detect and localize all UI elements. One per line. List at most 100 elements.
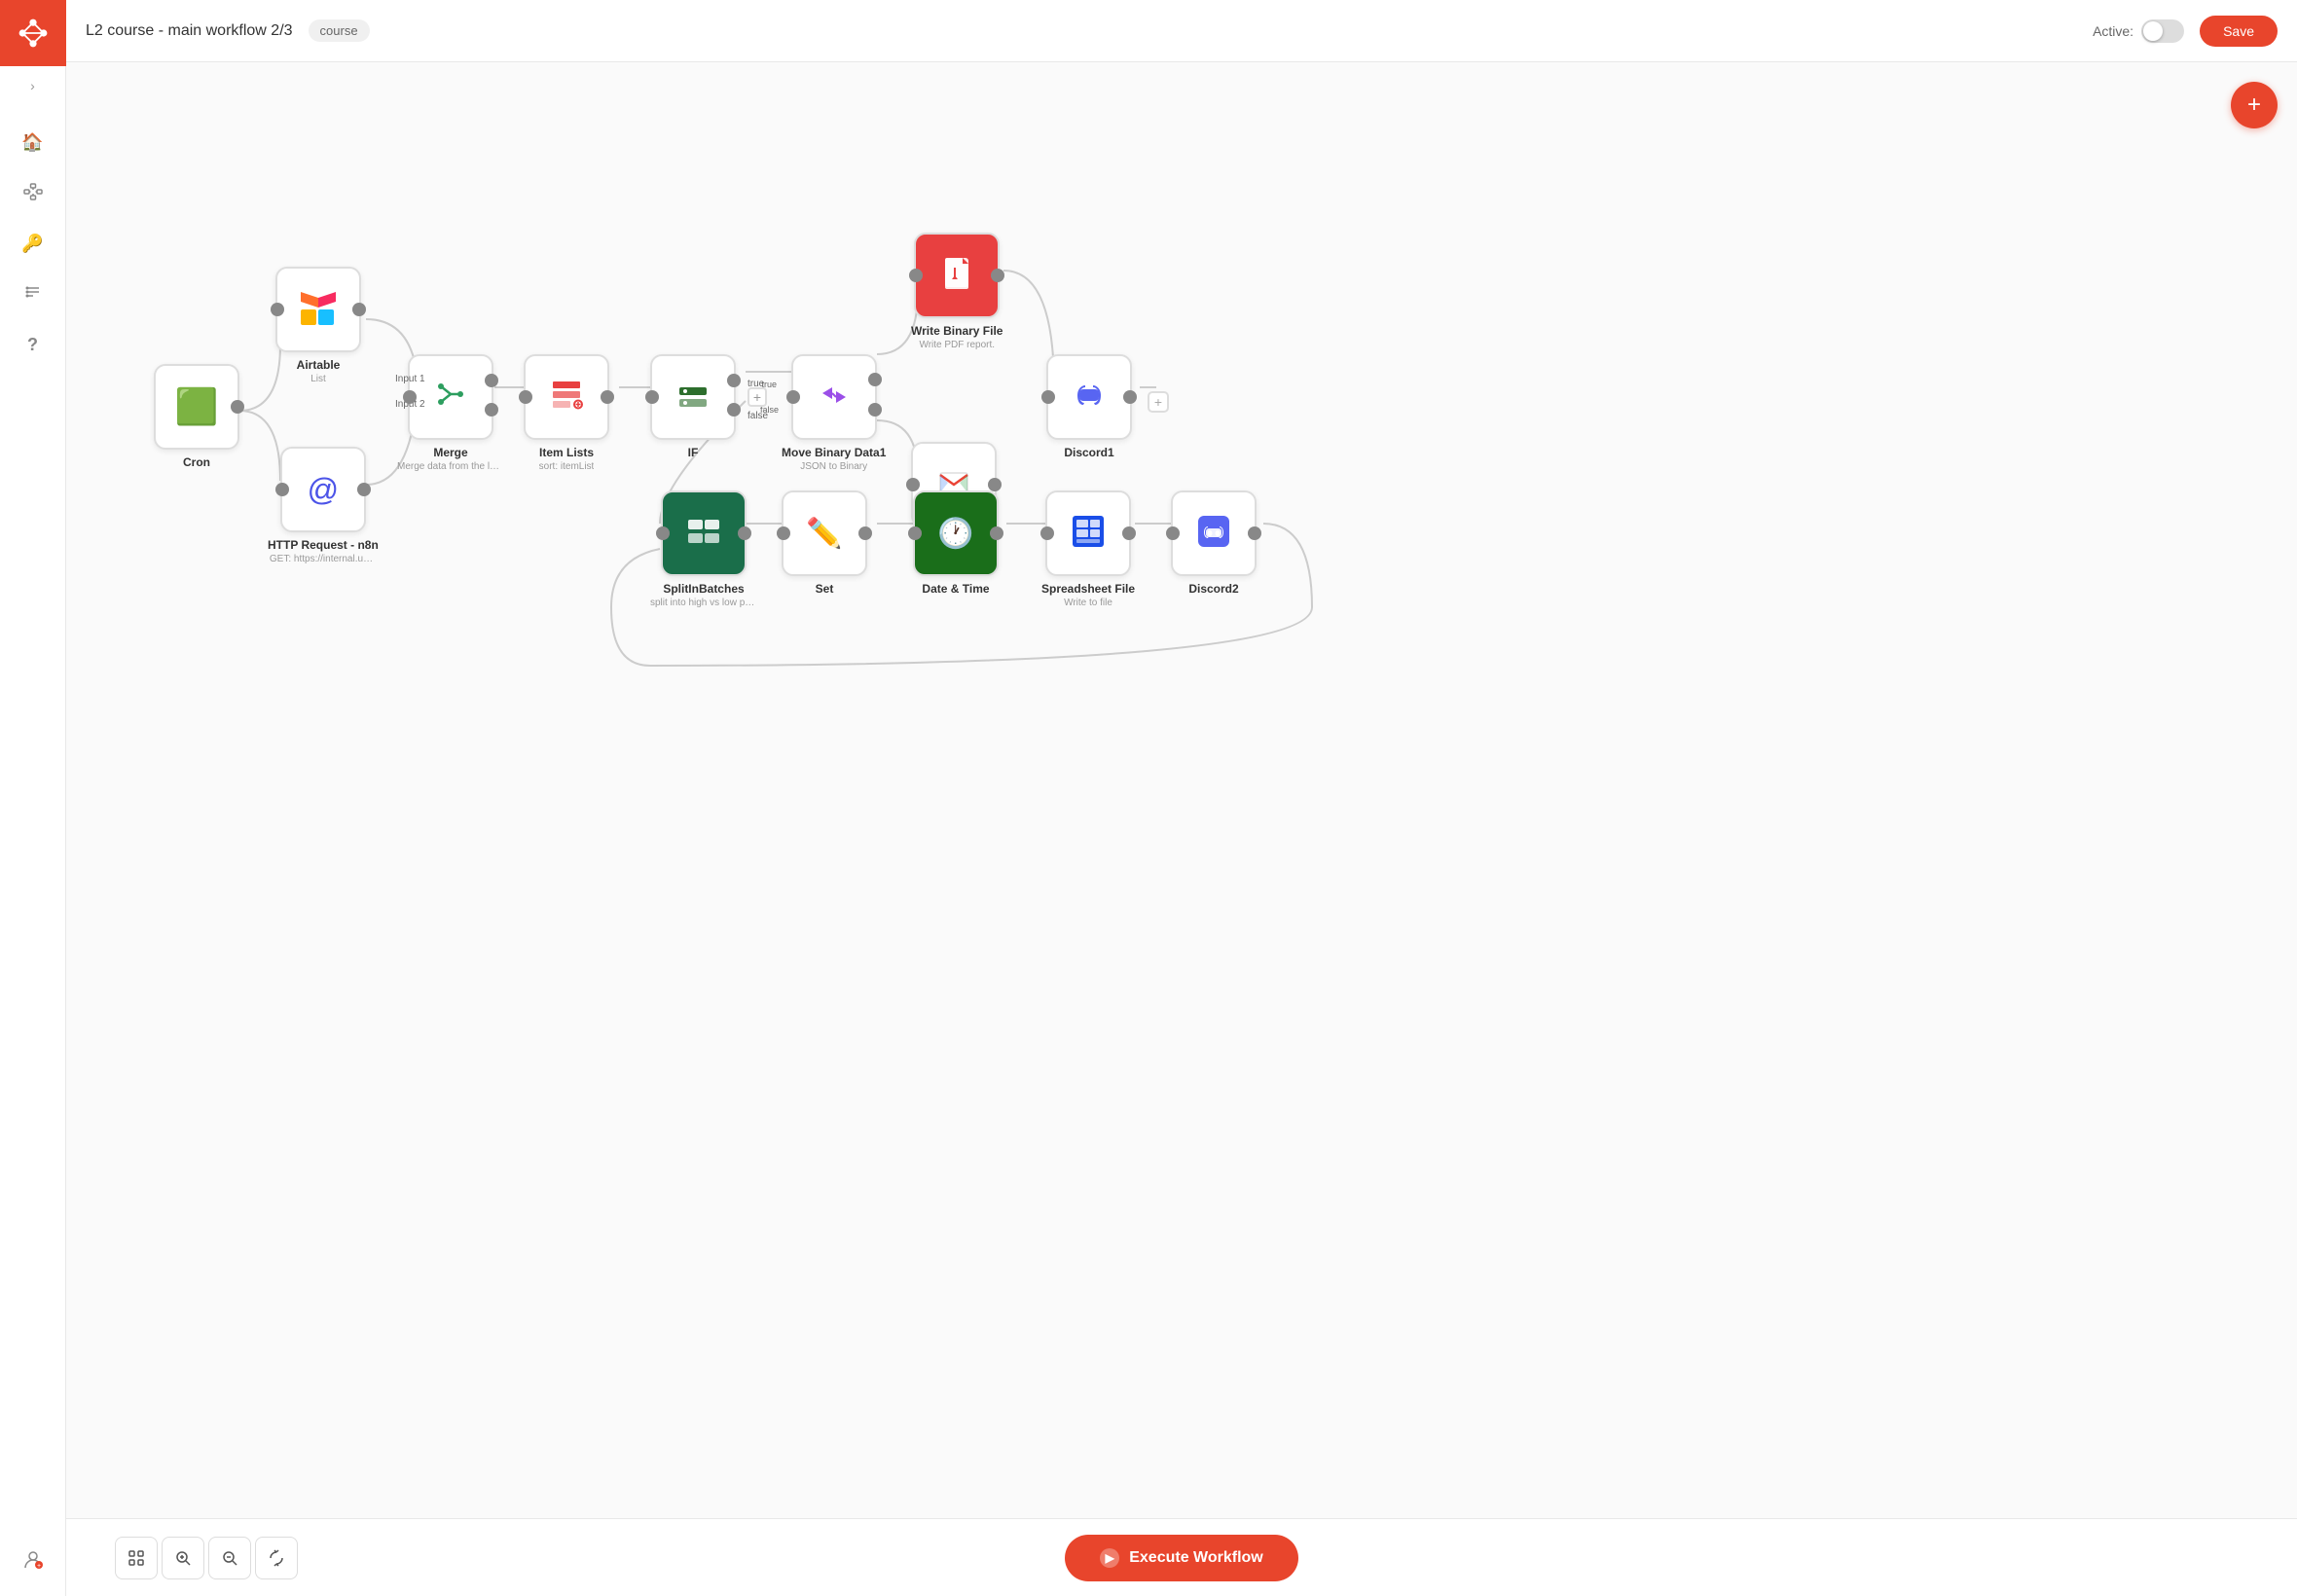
itemlists-label: Item Lists [539, 446, 594, 461]
node-merge-box[interactable] [408, 354, 493, 440]
splitbatches-label: SplitInBatches [663, 582, 744, 598]
node-discord2-box[interactable] [1171, 490, 1257, 576]
if-true-text: true [747, 379, 764, 389]
node-discord2[interactable]: Discord2 [1171, 490, 1257, 598]
cron-icon: 🟩 [175, 386, 219, 427]
if-input [645, 390, 659, 404]
datetime-input [908, 526, 922, 540]
set-icon: ✏️ [806, 517, 842, 551]
http-output [357, 483, 371, 496]
airtable-sublabel: List [310, 374, 326, 384]
http-icon: @ [308, 472, 339, 508]
discord1-label: Discord1 [1064, 446, 1113, 461]
sidebar-item-network[interactable] [12, 171, 55, 214]
datetime-label: Date & Time [922, 582, 989, 598]
gmail-input [906, 478, 920, 491]
writebinary-input [909, 269, 923, 282]
zoom-out-button[interactable] [208, 1537, 251, 1579]
zoom-in-button[interactable] [162, 1537, 204, 1579]
discord1-plus[interactable]: + [1148, 391, 1169, 413]
splitbatches-input [656, 526, 670, 540]
merge-input1-text: Input 1 [395, 374, 425, 384]
airtable-output [352, 303, 366, 316]
merge-icon [431, 375, 470, 420]
execute-workflow-button[interactable]: ▶ Execute Workflow [1065, 1535, 1298, 1581]
node-airtable-box[interactable] [275, 267, 361, 352]
itemlists-output [601, 390, 614, 404]
node-discord1-box[interactable] [1046, 354, 1132, 440]
airtable-icon [297, 288, 340, 331]
movebinary-label: Move Binary Data1 [782, 446, 886, 461]
writebinary-sublabel: Write PDF report. [919, 340, 995, 350]
save-button[interactable]: Save [2200, 16, 2278, 47]
active-toggle-group: Active: [2093, 19, 2184, 43]
node-splitbatches-box[interactable] [661, 490, 747, 576]
node-spreadsheet-box[interactable] [1045, 490, 1131, 576]
if-false [727, 403, 741, 417]
if-icon [672, 374, 714, 421]
toggle-knob [2143, 21, 2163, 41]
active-toggle[interactable] [2141, 19, 2184, 43]
workflow-badge[interactable]: course [309, 19, 370, 42]
merge-input1 [485, 374, 498, 387]
spreadsheet-label: Spreadsheet File [1041, 582, 1135, 598]
execute-label: Execute Workflow [1129, 1549, 1263, 1567]
set-input [777, 526, 790, 540]
datetime-output [990, 526, 1003, 540]
set-label: Set [816, 582, 834, 598]
set-output [858, 526, 872, 540]
node-cron[interactable]: 🟩 Cron [154, 364, 239, 471]
node-if[interactable]: true false + IF [650, 354, 736, 461]
node-writebinary-box[interactable] [914, 233, 1000, 318]
workflow-title: L2 course - main workflow 2/3 [86, 22, 293, 40]
sidebar: › 🏠 🔑 ? [0, 0, 66, 1596]
spreadsheet-input [1040, 526, 1054, 540]
airtable-label: Airtable [297, 358, 341, 374]
airtable-input [271, 303, 284, 316]
node-airtable[interactable]: Airtable List [275, 267, 361, 384]
movebinary-icon [815, 376, 854, 419]
sidebar-item-executions[interactable] [12, 272, 55, 315]
merge-sublabel: Merge data from the legacy ... [397, 461, 504, 472]
sidebar-item-user[interactable]: + [12, 1538, 55, 1580]
node-set-box[interactable]: ✏️ [782, 490, 867, 576]
sidebar-nav: 🏠 🔑 ? [12, 105, 55, 1538]
sidebar-item-credentials[interactable]: 🔑 [12, 222, 55, 265]
movebinary-out-top [868, 373, 882, 386]
node-merge[interactable]: Merge Merge data from the legacy ... [397, 354, 504, 472]
node-writebinary[interactable]: Write Binary File Write PDF report. [911, 233, 1003, 350]
node-http-box[interactable]: @ [280, 447, 366, 532]
node-discord1[interactable]: Discord1 + [1046, 354, 1132, 461]
node-movebinary[interactable]: Move Binary Data1 JSON to Binary [782, 354, 886, 472]
node-cron-box[interactable]: 🟩 [154, 364, 239, 450]
node-splitbatches[interactable]: SplitInBatches split into high vs low pr… [650, 490, 757, 608]
node-movebinary-box[interactable] [791, 354, 877, 440]
discord2-output [1248, 526, 1261, 540]
reset-view-button[interactable] [255, 1537, 298, 1579]
node-if-box[interactable]: true false + [650, 354, 736, 440]
node-itemlists-box[interactable] [524, 354, 609, 440]
sidebar-expand-button[interactable]: › [0, 66, 66, 105]
itemlists-icon [547, 374, 586, 420]
cron-output [231, 400, 244, 414]
datetime-icon: 🕐 [937, 517, 973, 551]
sidebar-item-home[interactable]: 🏠 [12, 121, 55, 163]
execute-icon: ▶ [1100, 1548, 1119, 1568]
fit-view-button[interactable] [115, 1537, 158, 1579]
spreadsheet-output [1122, 526, 1136, 540]
node-itemlists[interactable]: Item Lists sort: itemList [524, 354, 609, 472]
node-http[interactable]: @ HTTP Request - n8n GET: https://intern… [268, 447, 379, 564]
sidebar-item-help[interactable]: ? [12, 323, 55, 366]
node-datetime-box[interactable]: 🕐 [913, 490, 999, 576]
spreadsheet-sublabel: Write to file [1064, 598, 1112, 608]
discord2-input [1166, 526, 1180, 540]
toolbar-tools [115, 1537, 298, 1579]
main-content: L2 course - main workflow 2/3 course Act… [66, 0, 2297, 1596]
add-node-button[interactable]: + [2231, 82, 2278, 128]
if-plus-badge[interactable]: + [747, 387, 767, 407]
node-set[interactable]: ✏️ Set [782, 490, 867, 598]
node-spreadsheet[interactable]: Spreadsheet File Write to file [1041, 490, 1135, 608]
logo[interactable] [0, 0, 66, 66]
node-datetime[interactable]: 🕐 Date & Time [913, 490, 999, 598]
splitbatches-output [738, 526, 751, 540]
